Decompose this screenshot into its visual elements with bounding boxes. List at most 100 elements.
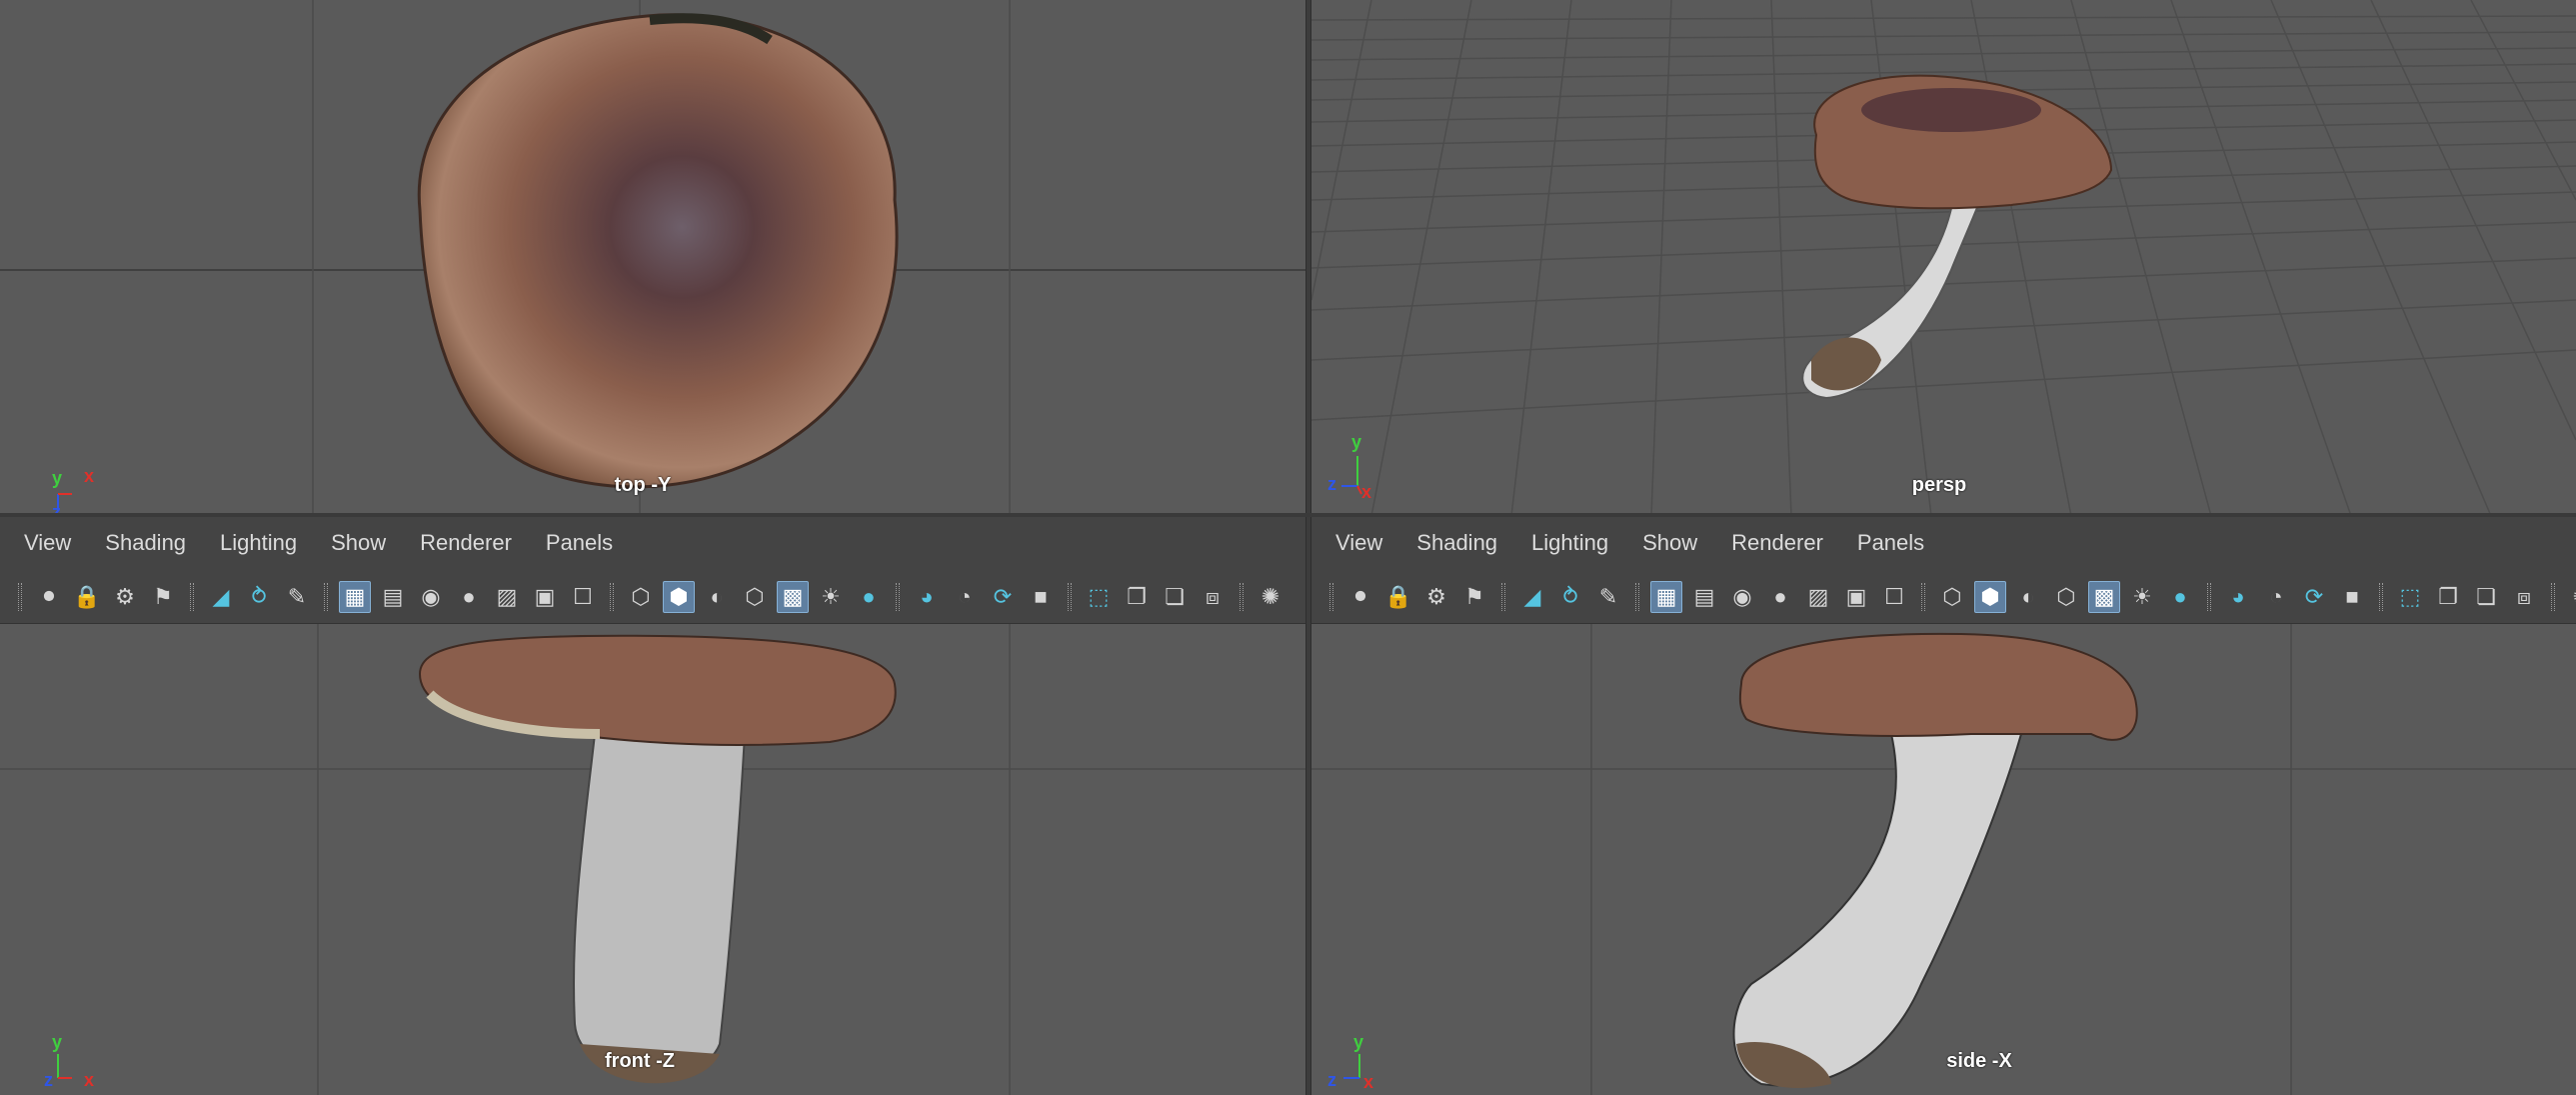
bookmark-icon[interactable]: ⚑ bbox=[147, 581, 179, 613]
maya-four-view-layout: top -Y y x z persp y z x View Shading Li… bbox=[0, 0, 2576, 1095]
screen-space-ao-icon[interactable]: ◕ bbox=[911, 581, 943, 613]
select-camera-icon[interactable]: ⚫ bbox=[1344, 581, 1376, 613]
wireframe-on-shaded-icon[interactable]: ⬡ bbox=[739, 581, 771, 613]
use-all-lights-icon[interactable]: ☀ bbox=[2126, 581, 2158, 613]
menu-show[interactable]: Show bbox=[331, 530, 386, 556]
wireframe-icon[interactable]: ⬡ bbox=[1936, 581, 1968, 613]
mushroom-cap-top[interactable] bbox=[417, 13, 899, 489]
menu-shading[interactable]: Shading bbox=[105, 530, 186, 556]
camera-attributes-icon[interactable]: ⚙ bbox=[109, 581, 141, 613]
default-material-icon[interactable]: ◐ bbox=[2012, 581, 2044, 613]
xray-icon[interactable]: ❐ bbox=[1121, 581, 1153, 613]
toolbar-separator bbox=[1501, 582, 1505, 611]
use-all-lights-icon[interactable]: ☀ bbox=[815, 581, 847, 613]
viewport-canvas-persp[interactable]: persp y z x bbox=[1311, 0, 2576, 516]
mushroom-stem-front[interactable] bbox=[573, 733, 747, 1078]
viewport-top[interactable]: top -Y y x z bbox=[0, 0, 1305, 516]
horizontal-pane-splitter[interactable] bbox=[0, 513, 2576, 517]
mushroom-stem-side[interactable] bbox=[1732, 733, 2023, 1087]
lock-camera-icon[interactable]: 🔒 bbox=[71, 581, 103, 613]
viewport-front[interactable]: View Shading Lighting Show Renderer Pane… bbox=[0, 516, 1305, 1095]
menu-renderer[interactable]: Renderer bbox=[1731, 530, 1823, 556]
wireframe-on-shaded-icon[interactable]: ⬡ bbox=[2050, 581, 2082, 613]
menu-show[interactable]: Show bbox=[1642, 530, 1697, 556]
exposure-icon[interactable]: ✺ bbox=[1255, 581, 1287, 613]
menu-shading[interactable]: Shading bbox=[1416, 530, 1497, 556]
safe-title-icon[interactable]: ☐ bbox=[567, 581, 599, 613]
default-material-icon[interactable]: ◐ bbox=[701, 581, 733, 613]
safe-action-icon[interactable]: ▣ bbox=[529, 581, 561, 613]
xray-icon[interactable]: ❐ bbox=[2432, 581, 2464, 613]
grid-icon[interactable]: ▦ bbox=[1650, 580, 1682, 613]
image-plane-icon[interactable]: ◢ bbox=[205, 581, 237, 613]
xray-active-icon[interactable]: ⧈ bbox=[1197, 581, 1229, 613]
menu-lighting[interactable]: Lighting bbox=[1531, 530, 1608, 556]
toolbar-separator bbox=[1635, 582, 1639, 611]
grease-pencil-icon[interactable]: ✎ bbox=[1592, 581, 1624, 613]
textured-icon[interactable]: ▩ bbox=[777, 580, 809, 613]
xray-active-icon[interactable]: ⧈ bbox=[2508, 581, 2540, 613]
gate-mask-icon[interactable]: ● bbox=[453, 581, 485, 613]
smooth-shade-icon[interactable]: ⬢ bbox=[1974, 580, 2006, 613]
viewport-canvas-top[interactable]: top -Y y x z bbox=[0, 0, 1305, 516]
xray-joints-icon[interactable]: ❏ bbox=[1159, 581, 1191, 613]
safe-title-icon[interactable]: ☐ bbox=[1878, 581, 1910, 613]
vertical-pane-splitter[interactable] bbox=[1305, 0, 1311, 1095]
viewport-persp[interactable]: persp y z x bbox=[1311, 0, 2576, 516]
menu-renderer[interactable]: Renderer bbox=[420, 530, 512, 556]
exposure-icon[interactable]: ✺ bbox=[2566, 581, 2576, 613]
toolbar-separator bbox=[2207, 582, 2211, 611]
axis-z-label: z bbox=[1327, 474, 1336, 494]
film-gate-icon[interactable]: ▤ bbox=[1688, 581, 1720, 613]
shadows-icon[interactable]: ● bbox=[853, 581, 885, 613]
grease-pencil-icon[interactable]: ✎ bbox=[281, 581, 313, 613]
isolate-select-icon[interactable]: ⬚ bbox=[2394, 581, 2426, 613]
lock-camera-icon[interactable]: 🔒 bbox=[1382, 581, 1414, 613]
field-chart-icon[interactable]: ▨ bbox=[491, 581, 523, 613]
viewport-canvas-side[interactable]: side -X y z x bbox=[1311, 624, 2576, 1095]
motion-blur-icon[interactable]: ◔ bbox=[2260, 581, 2292, 613]
axis-gizmo-top: y x z bbox=[38, 462, 98, 516]
depth-of-field-icon[interactable]: ■ bbox=[1025, 581, 1057, 613]
viewport-canvas-front[interactable]: front -Z y z x bbox=[0, 624, 1305, 1095]
textured-icon[interactable]: ▩ bbox=[2088, 580, 2120, 613]
screen-space-ao-icon[interactable]: ◕ bbox=[2222, 581, 2254, 613]
2d-pan-zoom-icon[interactable]: ⥁ bbox=[1554, 581, 1586, 613]
depth-of-field-icon[interactable]: ■ bbox=[2336, 581, 2368, 613]
menu-lighting[interactable]: Lighting bbox=[220, 530, 297, 556]
toolbar-separator bbox=[18, 582, 22, 611]
resolution-gate-icon[interactable]: ◉ bbox=[415, 581, 447, 613]
axis-x-label: x bbox=[84, 466, 95, 486]
2d-pan-zoom-icon[interactable]: ⥁ bbox=[243, 581, 275, 613]
isolate-select-icon[interactable]: ⬚ bbox=[1083, 581, 1115, 613]
motion-blur-icon[interactable]: ◔ bbox=[949, 581, 981, 613]
bookmark-icon[interactable]: ⚑ bbox=[1458, 581, 1490, 613]
toolbar-separator bbox=[324, 582, 328, 611]
field-chart-icon[interactable]: ▨ bbox=[1802, 581, 1834, 613]
wireframe-icon[interactable]: ⬡ bbox=[625, 581, 657, 613]
gate-mask-icon[interactable]: ● bbox=[1764, 581, 1796, 613]
mushroom-cap-front[interactable] bbox=[418, 634, 897, 746]
select-camera-icon[interactable]: ⚫ bbox=[33, 581, 65, 613]
safe-action-icon[interactable]: ▣ bbox=[1840, 581, 1872, 613]
smooth-shade-icon[interactable]: ⬢ bbox=[663, 580, 695, 613]
film-gate-icon[interactable]: ▤ bbox=[377, 581, 409, 613]
axis-x-label: x bbox=[1363, 1072, 1374, 1092]
camera-attributes-icon[interactable]: ⚙ bbox=[1420, 581, 1452, 613]
resolution-gate-icon[interactable]: ◉ bbox=[1726, 581, 1758, 613]
mushroom-cap-side[interactable] bbox=[1738, 632, 2138, 741]
anti-aliasing-icon[interactable]: ⟳ bbox=[2298, 581, 2330, 613]
shadows-icon[interactable]: ● bbox=[2164, 581, 2196, 613]
menu-view[interactable]: View bbox=[1335, 530, 1382, 556]
menu-panels[interactable]: Panels bbox=[1857, 530, 1924, 556]
toolbar-separator bbox=[2379, 582, 2383, 611]
axis-y-label: y bbox=[52, 468, 63, 488]
persp-view-scene bbox=[1311, 0, 2576, 516]
grid-icon[interactable]: ▦ bbox=[339, 580, 371, 613]
viewport-side[interactable]: View Shading Lighting Show Renderer Pane… bbox=[1311, 516, 2576, 1095]
anti-aliasing-icon[interactable]: ⟳ bbox=[987, 581, 1019, 613]
menu-panels[interactable]: Panels bbox=[546, 530, 613, 556]
menu-view[interactable]: View bbox=[24, 530, 71, 556]
image-plane-icon[interactable]: ◢ bbox=[1516, 581, 1548, 613]
xray-joints-icon[interactable]: ❏ bbox=[2470, 581, 2502, 613]
